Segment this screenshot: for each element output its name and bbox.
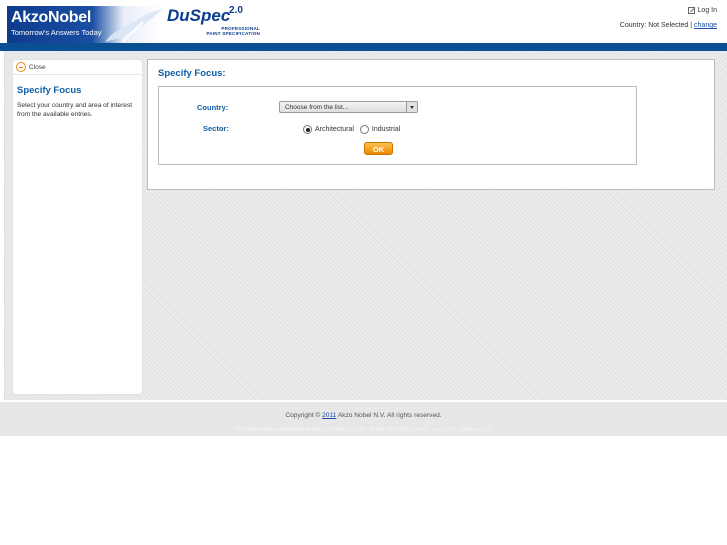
close-icon bbox=[16, 62, 26, 72]
panel-title: Specify Focus: bbox=[158, 68, 226, 79]
sidebar-description: Select your country and area of interest… bbox=[17, 102, 133, 118]
footer: Copyright © 2011 Akzo Nobel N.V. All rig… bbox=[0, 402, 727, 436]
country-select[interactable]: Choose from the list... bbox=[279, 101, 418, 113]
radio-industrial[interactable] bbox=[359, 125, 369, 134]
specify-focus-panel: Specify Focus: Country: Choose from the … bbox=[147, 59, 715, 190]
product-subtitle-2: PAINT SPECIFICATION bbox=[206, 31, 260, 36]
country-select-value: Choose from the list... bbox=[285, 104, 349, 111]
copyright-prefix: Copyright © bbox=[285, 412, 321, 419]
sidebar-title: Specify Focus bbox=[17, 85, 82, 96]
radio-architectural-label[interactable]: Architectural bbox=[315, 126, 354, 133]
country-status: Country: Not Selected | change bbox=[619, 22, 717, 29]
radio-architectural[interactable] bbox=[303, 125, 312, 134]
duspec-logo: DuSpec 2.0 PROFESSIONAL PAINT SPECIFICAT… bbox=[165, 5, 261, 38]
akzonobel-logo[interactable]: AkzoNobel Tomorrow's Answers Today bbox=[7, 6, 163, 43]
country-field-label: Country: bbox=[197, 103, 229, 112]
brand-name: AkzoNobel bbox=[11, 9, 91, 26]
copyright-suffix: Akzo Nobel N.V. All rights reserved. bbox=[337, 412, 442, 419]
product-name: DuSpec bbox=[167, 6, 231, 25]
header-bar bbox=[0, 43, 727, 51]
sector-radio-group: Architectural Industrial bbox=[303, 125, 406, 134]
radio-industrial-label[interactable]: Industrial bbox=[372, 126, 400, 133]
login-icon bbox=[687, 7, 695, 14]
country-label: Country: bbox=[619, 22, 647, 29]
sidebar: Close Specify Focus Select your country … bbox=[12, 59, 143, 395]
copyright: Copyright © 2011 Akzo Nobel N.V. All rig… bbox=[0, 412, 727, 419]
copyright-year-link[interactable]: 2011 bbox=[322, 412, 336, 419]
login-link[interactable]: Log In bbox=[687, 7, 717, 14]
brand-tagline: Tomorrow's Answers Today bbox=[11, 28, 102, 37]
chevron-down-icon[interactable] bbox=[406, 102, 417, 112]
close-label: Close bbox=[29, 63, 46, 71]
close-button[interactable]: Close bbox=[13, 60, 142, 75]
flourish-figure-icon bbox=[105, 9, 163, 43]
version-info: DSS Web Release Application Version 2.1 … bbox=[234, 427, 493, 433]
ok-button[interactable]: OK bbox=[364, 142, 393, 155]
product-version: 2.0 bbox=[229, 5, 243, 16]
header: AkzoNobel Tomorrow's Answers Today DuSpe… bbox=[0, 0, 727, 43]
sector-field-label: Sector: bbox=[203, 124, 229, 133]
content-area: Close Specify Focus Select your country … bbox=[4, 51, 727, 400]
focus-form: Country: Choose from the list... Sector:… bbox=[158, 86, 637, 165]
country-value: Not Selected bbox=[648, 22, 689, 29]
change-country-link[interactable]: change bbox=[694, 22, 717, 29]
login-label: Log In bbox=[697, 7, 717, 14]
